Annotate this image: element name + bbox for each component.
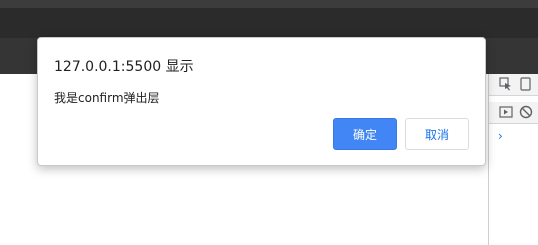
devtools-panel: › <box>488 74 538 245</box>
browser-tab[interactable] <box>0 8 538 38</box>
dialog-origin-title: 127.0.0.1:5500 显示 <box>54 59 194 75</box>
browser-tab-strip <box>0 8 538 38</box>
dialog-message: 我是confirm弹出层 <box>54 91 160 105</box>
cancel-button[interactable]: 取消 <box>405 118 469 150</box>
devtools-console-row <box>489 102 538 124</box>
ok-button[interactable]: 确定 <box>333 118 397 150</box>
device-toggle-icon[interactable] <box>519 77 533 91</box>
block-icon[interactable] <box>519 105 533 119</box>
devtools-toolbar-row <box>489 74 538 96</box>
sidebar-toggle-icon[interactable] <box>499 105 513 119</box>
confirm-dialog: 127.0.0.1:5500 显示 我是confirm弹出层 确定 取消 <box>37 37 486 166</box>
inspect-element-icon[interactable] <box>499 77 513 91</box>
browser-top-bar <box>0 0 538 8</box>
expand-chevron-icon[interactable]: › <box>498 130 503 142</box>
